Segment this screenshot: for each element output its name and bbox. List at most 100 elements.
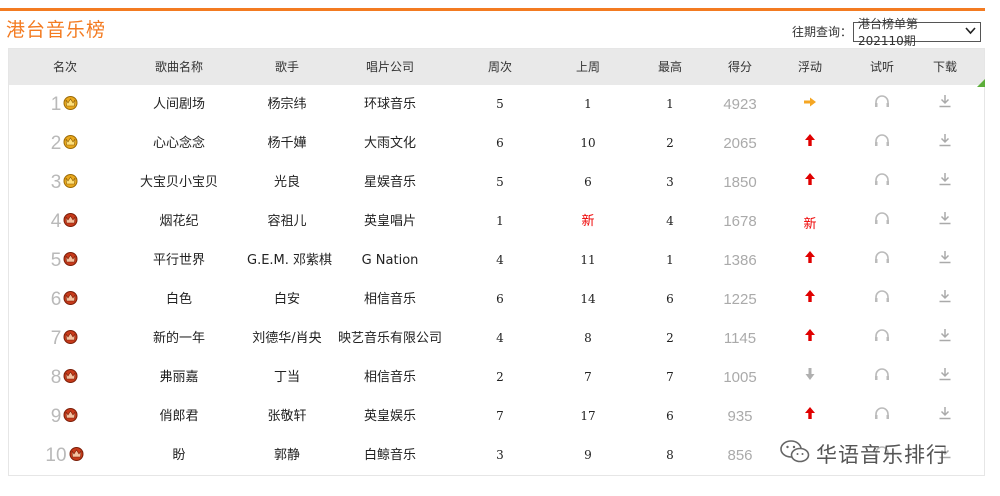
artist-name[interactable]: 杨千嬅	[247, 124, 327, 163]
trend-up-icon	[804, 134, 816, 151]
record-company: 英皇娱乐	[363, 409, 416, 424]
score-value: 1850	[723, 174, 757, 191]
headphone-icon	[874, 368, 890, 385]
download-button[interactable]	[920, 280, 970, 319]
download-button[interactable]	[920, 241, 970, 280]
artist-name[interactable]: 郭静	[247, 436, 327, 475]
headphone-icon	[874, 290, 890, 307]
song-title[interactable]: 白色	[129, 280, 229, 319]
table-header: 名次 歌曲名称 歌手 唱片公司 周次 上周 最高 得分 浮动 试听 下载	[9, 49, 984, 85]
weeks-on-chart: 1	[496, 214, 504, 228]
song-title[interactable]: 平行世界	[129, 241, 229, 280]
download-button[interactable]	[920, 397, 970, 436]
watermark-text: 华语音乐排行	[816, 443, 948, 467]
download-button[interactable]	[920, 163, 970, 202]
last-week-position: 1	[584, 97, 592, 111]
trend-cell	[785, 124, 835, 163]
artist-name[interactable]: 刘德华/肖央	[247, 319, 327, 358]
trend-same-icon	[803, 97, 817, 112]
rank-number: 7	[50, 328, 62, 349]
score-value: 1145	[723, 330, 757, 347]
download-button[interactable]	[920, 358, 970, 397]
col-rank: 名次	[52, 60, 77, 74]
listen-button[interactable]	[857, 280, 907, 319]
col-weeks: 周次	[487, 60, 512, 74]
trend-down-icon	[804, 368, 816, 385]
artist-name[interactable]: G.E.M. 邓紫棋	[247, 241, 332, 280]
trend-up-icon	[804, 329, 816, 346]
last-week-position: 新	[581, 214, 595, 229]
peak-position: 6	[666, 409, 674, 423]
weeks-on-chart: 6	[496, 292, 504, 306]
chevron-down-icon	[965, 26, 976, 38]
trend-cell	[785, 85, 835, 124]
table-row: 7 新的一年 刘德华/肖央 映艺音乐有限公司 4 8 2 1145	[9, 319, 984, 358]
score-value: 1005	[723, 369, 757, 386]
download-button[interactable]	[920, 85, 970, 124]
download-icon	[938, 329, 952, 346]
rank-cell: 4	[37, 202, 93, 241]
weeks-on-chart: 4	[496, 331, 504, 345]
song-title[interactable]: 俏郎君	[129, 397, 229, 436]
listen-button[interactable]	[857, 241, 907, 280]
listen-button[interactable]	[857, 358, 907, 397]
song-title[interactable]: 大宝贝小宝贝	[129, 163, 229, 202]
download-button[interactable]	[920, 319, 970, 358]
crown-icon	[68, 438, 85, 477]
headphone-icon	[874, 212, 890, 229]
listen-button[interactable]	[857, 319, 907, 358]
listen-button[interactable]	[857, 124, 907, 163]
record-company: G Nation	[361, 253, 419, 268]
song-title[interactable]: 盼	[129, 436, 229, 475]
score-value: 2065	[723, 135, 757, 152]
trend-up-icon	[804, 251, 816, 268]
download-icon	[938, 95, 952, 112]
listen-button[interactable]	[857, 85, 907, 124]
record-company: 映艺音乐有限公司	[337, 331, 442, 346]
col-company: 唱片公司	[365, 60, 414, 74]
peak-position: 1	[666, 97, 674, 111]
artist-name[interactable]: 白安	[247, 280, 327, 319]
download-button[interactable]	[920, 124, 970, 163]
trend-up-icon	[804, 290, 816, 307]
headphone-icon	[874, 95, 890, 112]
last-week-position: 6	[584, 175, 592, 189]
artist-name[interactable]: 丁当	[247, 358, 327, 397]
table-row: 5 平行世界 G.E.M. 邓紫棋 G Nation 4 11 1 1386	[9, 241, 984, 280]
rank-cell: 7	[37, 319, 93, 358]
weeks-on-chart: 4	[496, 253, 504, 267]
record-company: 星娱音乐	[363, 175, 416, 190]
trend-up-icon	[804, 407, 816, 424]
crown-icon	[62, 282, 79, 321]
listen-button[interactable]	[857, 397, 907, 436]
trend-up-icon	[804, 173, 816, 190]
peak-position: 8	[666, 448, 674, 462]
rank-cell: 10	[37, 436, 93, 475]
last-week-position: 7	[584, 370, 592, 384]
crown-icon	[62, 126, 79, 165]
artist-name[interactable]: 杨宗纬	[247, 85, 327, 124]
watermark: 华语音乐排行	[780, 434, 948, 474]
song-title[interactable]: 人间剧场	[129, 85, 229, 124]
listen-button[interactable]	[857, 163, 907, 202]
rank-cell: 3	[37, 163, 93, 202]
rank-number: 9	[50, 406, 62, 427]
artist-name[interactable]: 容祖儿	[247, 202, 327, 241]
song-title[interactable]: 弗丽嘉	[129, 358, 229, 397]
song-title[interactable]: 新的一年	[129, 319, 229, 358]
crown-icon	[62, 243, 79, 282]
artist-name[interactable]: 光良	[247, 163, 327, 202]
rank-cell: 8	[37, 358, 93, 397]
song-title[interactable]: 烟花纪	[129, 202, 229, 241]
download-button[interactable]	[920, 202, 970, 241]
record-company: 大雨文化	[363, 136, 416, 151]
artist-name[interactable]: 张敬轩	[247, 397, 327, 436]
trend-cell	[785, 241, 835, 280]
trend-cell	[785, 358, 835, 397]
rank-cell: 2	[37, 124, 93, 163]
song-title[interactable]: 心心念念	[129, 124, 229, 163]
period-select[interactable]: 港台榜单第202110期	[853, 17, 981, 48]
trend-cell	[785, 163, 835, 202]
listen-button[interactable]	[857, 202, 907, 241]
download-icon	[938, 212, 952, 229]
